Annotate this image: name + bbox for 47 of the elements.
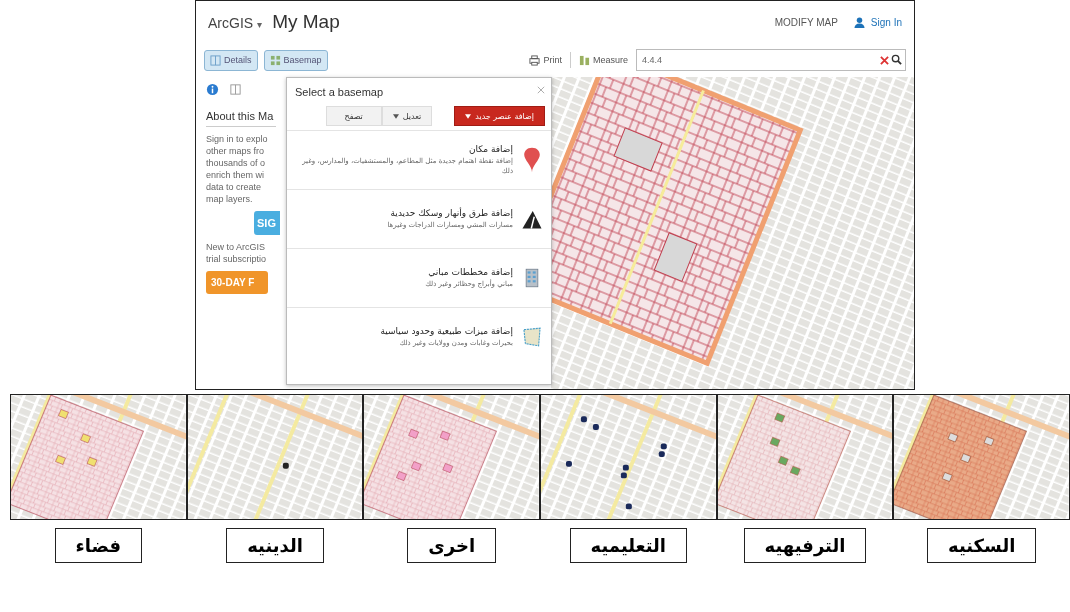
add-item-button[interactable]: إضافة عنصر جديد (454, 106, 545, 126)
details-button[interactable]: Details (204, 49, 258, 71)
category-label: التعليميه (569, 528, 688, 563)
search-field[interactable]: 4.4.4 (636, 49, 906, 71)
option-title: إضافة طرق وأنهار وسكك حديدية (390, 208, 513, 218)
sidebar-text-line: trial subscriptio (206, 253, 267, 265)
user-icon (853, 16, 865, 28)
sidebar-heading: About this Ma (206, 102, 276, 127)
sidebar-text-line: New to ArcGIS (206, 241, 266, 253)
modify-map-link[interactable]: MODIFY MAP (774, 16, 838, 28)
option-title: إضافة مخططات مباني (428, 267, 513, 277)
sidebar-text-line: data to create (206, 181, 262, 193)
browse-button[interactable]: تصفح (325, 106, 382, 126)
caret-icon[interactable]: ▾ (257, 19, 263, 30)
panel-icon (210, 54, 221, 66)
map-pin-icon (521, 147, 543, 173)
sidebar-text-line: thousands of o (206, 157, 266, 169)
category-label: الترفيهيه (743, 528, 867, 563)
caret-icon (465, 113, 472, 119)
ruler-icon (579, 54, 590, 66)
printer-icon (529, 54, 541, 66)
sidebar-text-line: Sign in to explo (206, 133, 268, 145)
info-icon[interactable] (206, 83, 219, 96)
clear-icon[interactable] (880, 56, 889, 65)
category-label: فضاء (54, 528, 143, 563)
grid-icon (269, 54, 281, 66)
close-icon[interactable] (537, 86, 545, 94)
search-icon[interactable] (891, 54, 902, 65)
map-view[interactable] (551, 77, 914, 389)
option-title: إضافة ميزات طبيعية وحدود سياسية (380, 326, 513, 336)
category-label: السكنيه (927, 528, 1037, 563)
content-icon[interactable] (229, 83, 242, 96)
basemap-button[interactable]: Basemap (263, 49, 328, 71)
panel-title: Select a basemap (295, 86, 384, 98)
sidebar-text-line: other maps fro (206, 145, 265, 157)
option-title: إضافة مكان (469, 144, 513, 154)
map-title: My Map (272, 11, 340, 33)
sidebar-text-line: enrich them wi (206, 169, 265, 181)
measure-button[interactable]: Measure (577, 52, 630, 68)
category-label: الدينيه (226, 528, 324, 563)
caret-icon (392, 113, 399, 119)
sign-in-link[interactable]: Sign In (870, 16, 902, 28)
category-label: اخرى (407, 528, 497, 563)
sidebar-text-line: map layers. (206, 193, 253, 205)
logo[interactable]: ArcGIS (208, 15, 254, 31)
print-button[interactable]: Print (527, 52, 564, 68)
dropdown-button[interactable]: تعديل (381, 106, 433, 126)
